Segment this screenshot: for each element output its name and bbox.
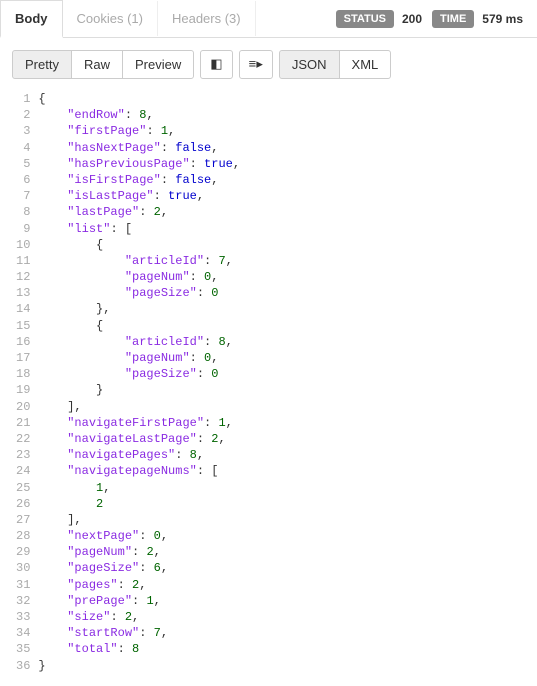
wrap-button[interactable]: ≡▸	[239, 50, 273, 79]
format-json-button[interactable]: JSON	[279, 50, 340, 79]
view-pretty-button[interactable]: Pretty	[12, 50, 72, 79]
wrap-icon: ≡▸	[249, 57, 263, 72]
time-value: 579 ms	[480, 12, 527, 26]
code-content: { "endRow": 8, "firstPage": 1, "hasNextP…	[38, 91, 240, 674]
tab-cookies[interactable]: Cookies (1)	[63, 1, 158, 36]
response-body-viewer[interactable]: 1234567891011121314151617181920212223242…	[0, 91, 537, 686]
tab-body[interactable]: Body	[0, 0, 63, 38]
status-value: 200	[400, 12, 426, 26]
response-tabs: Body Cookies (1) Headers (3) STATUS 200 …	[0, 0, 537, 38]
format-xml-button[interactable]: XML	[339, 50, 392, 79]
response-meta: STATUS 200 TIME 579 ms	[336, 10, 537, 28]
view-raw-button[interactable]: Raw	[71, 50, 123, 79]
status-label: STATUS	[336, 10, 394, 28]
copy-icon: ◧	[210, 57, 222, 72]
copy-button[interactable]: ◧	[200, 50, 232, 79]
time-label: TIME	[432, 10, 474, 28]
view-preview-button[interactable]: Preview	[122, 50, 194, 79]
tab-headers[interactable]: Headers (3)	[158, 1, 256, 36]
line-gutter: 1234567891011121314151617181920212223242…	[12, 91, 38, 674]
body-toolbar: Pretty Raw Preview ◧ ≡▸ JSON XML	[0, 38, 537, 91]
